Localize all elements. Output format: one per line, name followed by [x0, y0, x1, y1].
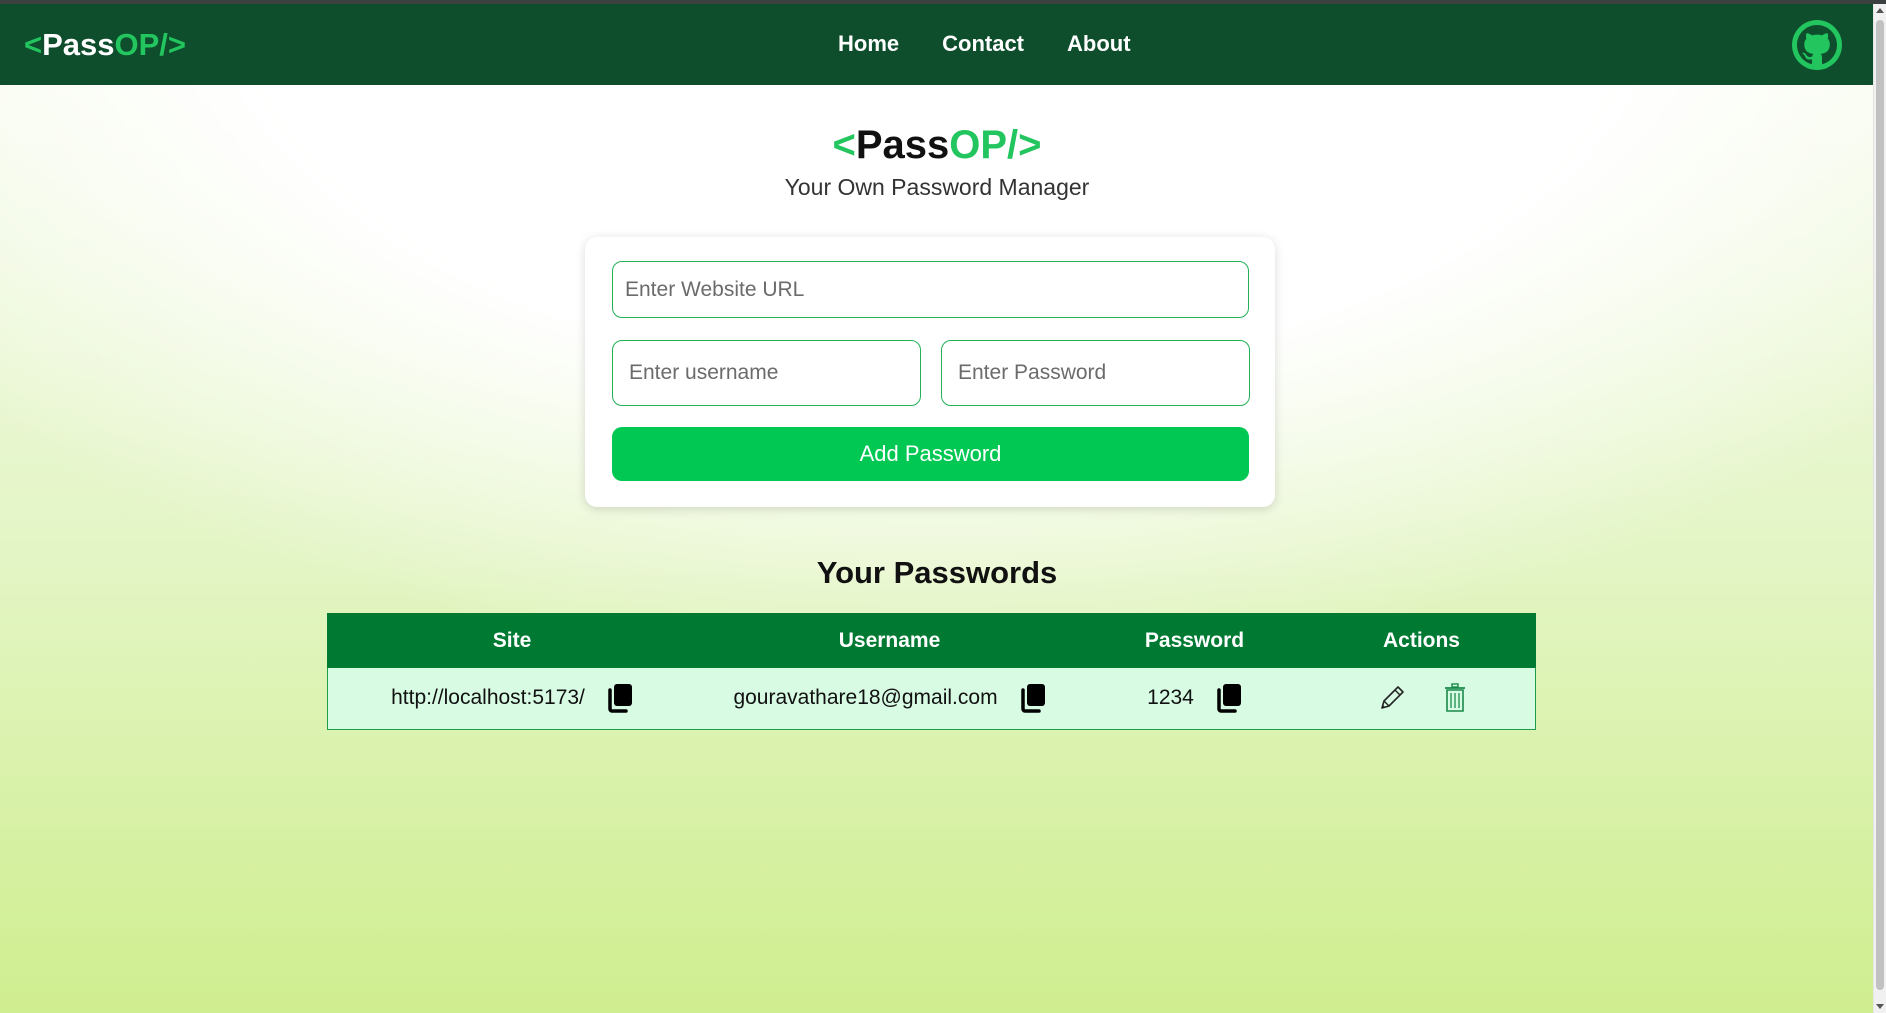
cell-actions	[1308, 668, 1537, 728]
site-value[interactable]: http://localhost:5173/	[391, 686, 585, 710]
nav-link-contact[interactable]: Contact	[942, 31, 1024, 57]
delete-icon	[1444, 683, 1465, 712]
logo-pass: Pass	[42, 27, 115, 62]
passwords-table: Site Username Password Actions http://lo…	[327, 613, 1536, 730]
column-header-actions: Actions	[1382, 629, 1460, 652]
cell-site: http://localhost:5173/	[328, 668, 698, 728]
hero-logo: <PassOP/>	[0, 122, 1874, 168]
nav-logo[interactable]: <PassOP/>	[24, 27, 186, 63]
nav-links: Home Contact About	[838, 31, 1131, 57]
scrollbar-thumb[interactable]	[1876, 20, 1884, 990]
column-header-username: Username	[838, 629, 941, 652]
hero-logo-close-bracket: >	[1018, 123, 1042, 167]
passwords-heading: Your Passwords	[816, 555, 1058, 590]
github-icon	[1797, 25, 1837, 65]
table-row: http://localhost:5173/ gouravathare18@gm…	[327, 668, 1536, 730]
navbar: <PassOP/> Home Contact About	[0, 4, 1874, 85]
vertical-scrollbar[interactable]	[1873, 4, 1886, 1013]
table-header: Site Username Password Actions	[327, 613, 1536, 668]
logo-op: OP/	[114, 27, 168, 62]
add-password-button[interactable]: Add Password	[612, 427, 1249, 481]
hero-logo-pass: Pass	[855, 123, 950, 167]
nav-link-about[interactable]: About	[1067, 31, 1131, 57]
edit-button[interactable]	[1376, 682, 1406, 714]
nav-link-home[interactable]: Home	[838, 31, 899, 57]
tagline: Your Own Password Manager	[784, 174, 1090, 200]
hero-logo-open-bracket: <	[832, 123, 856, 167]
cell-username: gouravathare18@gmail.com	[698, 668, 1083, 728]
copy-icon	[1217, 684, 1241, 713]
password-input[interactable]	[941, 340, 1250, 406]
delete-button[interactable]	[1440, 682, 1470, 714]
username-input[interactable]	[612, 340, 921, 406]
password-value[interactable]: 1234	[1147, 686, 1194, 710]
copy-site-button[interactable]	[605, 682, 635, 714]
github-button[interactable]	[1792, 20, 1842, 70]
copy-username-button[interactable]	[1018, 682, 1048, 714]
cell-password: 1234	[1083, 668, 1308, 728]
scroll-up-arrow-icon[interactable]	[1876, 8, 1884, 13]
copy-icon	[608, 684, 632, 713]
password-form-card: Add Password	[585, 237, 1275, 507]
username-value[interactable]: gouravathare18@gmail.com	[733, 686, 997, 710]
scroll-down-arrow-icon[interactable]	[1876, 1004, 1884, 1009]
hero-logo-op: OP/	[949, 123, 1019, 167]
copy-icon	[1020, 684, 1045, 713]
column-header-password: Password	[1144, 629, 1245, 652]
website-url-input[interactable]	[612, 261, 1249, 318]
page: <PassOP/> Home Contact About <PassOP/> Y…	[0, 4, 1874, 1013]
column-header-site: Site	[492, 629, 532, 652]
logo-close-bracket: >	[167, 27, 187, 62]
logo-open-bracket: <	[24, 27, 43, 62]
copy-password-button[interactable]	[1214, 682, 1244, 714]
edit-icon	[1380, 686, 1404, 709]
